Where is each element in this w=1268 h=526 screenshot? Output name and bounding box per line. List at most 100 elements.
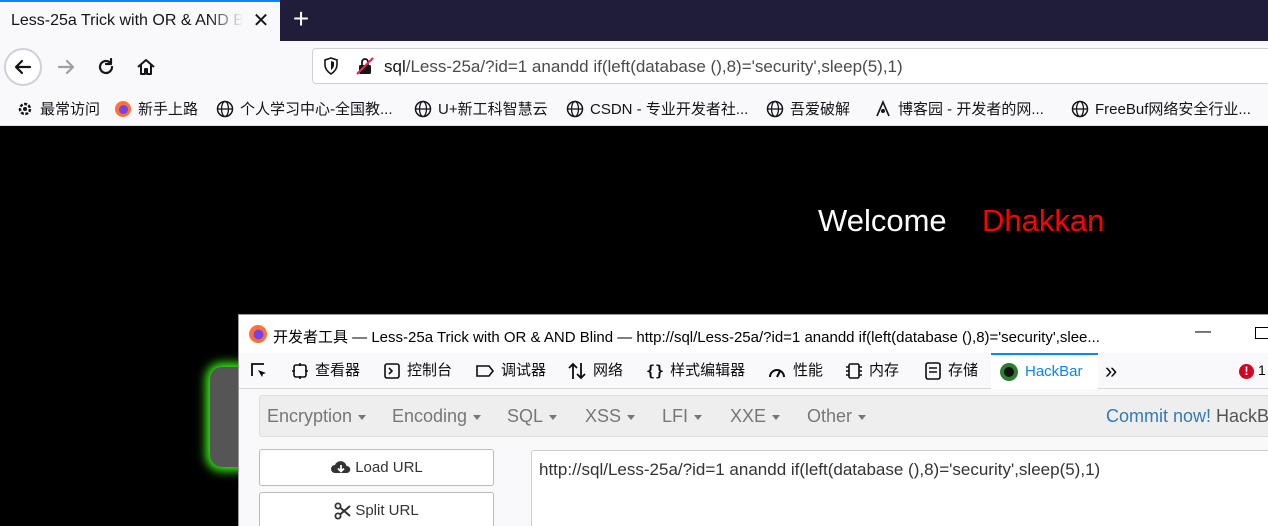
devtools-tab-bar: 查看器 控制台 调试器 网络 {} 样式编辑器 性能 内存 存储 HackBar… [239, 353, 1268, 389]
menu-xss[interactable]: XSS [585, 406, 636, 427]
tab-label: 内存 [869, 362, 900, 379]
tab-console[interactable]: 控制台 [383, 353, 452, 389]
tab-memory[interactable]: 内存 [845, 353, 899, 389]
menu-xxe[interactable]: XXE [730, 406, 781, 427]
caret-down-icon [694, 414, 703, 420]
menu-label: XSS [585, 406, 622, 426]
url-bar[interactable]: sql/Less-25a/?id=1 anandd if(left(databa… [312, 48, 1268, 84]
back-button[interactable] [4, 48, 42, 86]
caret-down-icon [627, 414, 636, 420]
menu-label: Encryption [267, 406, 353, 426]
globe-icon [216, 100, 234, 117]
error-icon: ! [1239, 363, 1254, 379]
console-icon [384, 363, 400, 379]
more-tools-button[interactable]: » [1105, 353, 1117, 389]
url-host: sql [384, 57, 406, 76]
tab-inspector[interactable]: 查看器 [291, 353, 360, 389]
menu-label: XXE [730, 406, 767, 426]
menu-encoding[interactable]: Encoding [392, 406, 482, 427]
globe-icon [414, 100, 432, 117]
tab-performance[interactable]: 性能 [767, 353, 823, 389]
bookmark-most-visited[interactable]: 最常访问 [16, 98, 100, 120]
tab-label: 查看器 [315, 362, 361, 379]
bookmark-label: 个人学习中心-全国教... [240, 101, 393, 118]
bookmark-csdn[interactable]: CSDN - 专业开发者社... [566, 98, 748, 120]
tab-debugger[interactable]: 调试器 [475, 353, 546, 389]
memory-icon [846, 363, 862, 379]
tab-label: 存储 [948, 362, 979, 379]
tab-network[interactable]: 网络 [567, 353, 623, 389]
navigation-bar: sql/Less-25a/?id=1 anandd if(left(databa… [0, 41, 1268, 91]
hackbar-brand: HackBar [1216, 406, 1268, 426]
bookmark-label: FreeBuf网络安全行业... [1095, 101, 1251, 118]
forward-arrow-icon [57, 59, 75, 75]
cnblogs-icon [876, 99, 890, 116]
style-editor-icon: {} [646, 362, 665, 381]
welcome-text: Welcome [818, 203, 947, 238]
browser-tab[interactable]: Less-25a Trick with OR & AND Blind ✕ [0, 0, 280, 41]
menu-encryption[interactable]: Encryption [267, 406, 367, 427]
gear-icon [18, 102, 32, 115]
bookmark-52pojie[interactable]: 吾爱破解 [766, 98, 850, 120]
performance-icon [769, 369, 785, 378]
load-url-button[interactable]: Load URL [259, 449, 494, 486]
split-url-button[interactable]: Split URL [259, 492, 494, 526]
commit-link[interactable]: Commit now! HackBar [1106, 406, 1268, 427]
bookmark-u-plus[interactable]: U+新工科智慧云 [414, 98, 548, 120]
reload-icon [98, 57, 114, 75]
hackbar-url-input[interactable]: http://sql/Less-25a/?id=1 anandd if(left… [531, 450, 1268, 526]
debugger-icon [476, 365, 495, 377]
bookmark-label: 新手上路 [138, 101, 199, 118]
bookmark-freebuf[interactable]: FreeBuf网络安全行业... [1071, 98, 1251, 120]
shield-icon[interactable] [321, 56, 341, 76]
commit-label: Commit now! [1106, 406, 1212, 426]
menu-lfi[interactable]: LFI [662, 406, 703, 427]
url-text[interactable]: sql/Less-25a/?id=1 anandd if(left(databa… [384, 57, 903, 77]
button-label: Load URL [355, 459, 423, 476]
insecure-lock-icon[interactable] [355, 56, 375, 76]
home-button[interactable] [127, 48, 165, 86]
new-tab-button[interactable]: + [287, 5, 315, 34]
bookmark-cnblogs[interactable]: 博客园 - 开发者的网... [874, 98, 1044, 120]
reload-button[interactable] [87, 48, 125, 86]
menu-label: SQL [507, 406, 544, 426]
forward-button[interactable] [47, 48, 85, 86]
firefox-icon [115, 100, 131, 117]
error-count-badge[interactable]: ! 1 [1239, 362, 1266, 379]
caret-down-icon [858, 414, 867, 420]
tab-label: 网络 [593, 362, 624, 379]
bookmark-getting-started[interactable]: 新手上路 [114, 98, 198, 120]
tab-label: 调试器 [501, 362, 547, 379]
back-arrow-icon [14, 59, 32, 75]
tab-close-icon[interactable]: ✕ [249, 9, 273, 33]
hackbar-url-text: http://sql/Less-25a/?id=1 anandd if(left… [539, 460, 1101, 479]
menu-label: Other [807, 406, 853, 426]
maximize-button[interactable] [1255, 327, 1268, 339]
bookmark-learning-center[interactable]: 个人学习中心-全国教... [216, 98, 393, 120]
home-icon [137, 59, 155, 75]
globe-icon [566, 100, 584, 117]
screen: Less-25a Trick with OR & AND Blind ✕ + [0, 0, 1268, 526]
bookmark-label: 博客园 - 开发者的网... [898, 101, 1044, 118]
username-text: Dhakkan [982, 203, 1105, 238]
menu-sql[interactable]: SQL [507, 406, 558, 427]
bookmark-label: 吾爱破解 [790, 101, 851, 118]
network-icon [568, 362, 586, 380]
button-label: Split URL [355, 502, 419, 519]
globe-icon [766, 100, 784, 117]
caret-down-icon [473, 414, 482, 420]
tab-label: 控制台 [407, 362, 453, 379]
bookmark-label: U+新工科智慧云 [438, 101, 548, 118]
minimize-button[interactable]: — [1193, 323, 1213, 343]
devtools-title: 开发者工具 — Less-25a Trick with OR & AND Bli… [273, 329, 1100, 346]
pick-element-icon[interactable] [248, 360, 270, 382]
tab-hackbar[interactable]: HackBar [991, 353, 1098, 389]
tab-label: HackBar [1025, 363, 1083, 380]
tab-label: 样式编辑器 [670, 362, 746, 379]
menu-other[interactable]: Other [807, 406, 867, 427]
tab-label: 性能 [793, 362, 824, 379]
tab-storage[interactable]: 存储 [924, 353, 978, 389]
devtools-titlebar[interactable]: 开发者工具 — Less-25a Trick with OR & AND Bli… [239, 315, 1268, 353]
tab-strip: Less-25a Trick with OR & AND Blind ✕ + [0, 0, 1268, 41]
tab-style-editor[interactable]: {} 样式编辑器 [646, 353, 745, 389]
